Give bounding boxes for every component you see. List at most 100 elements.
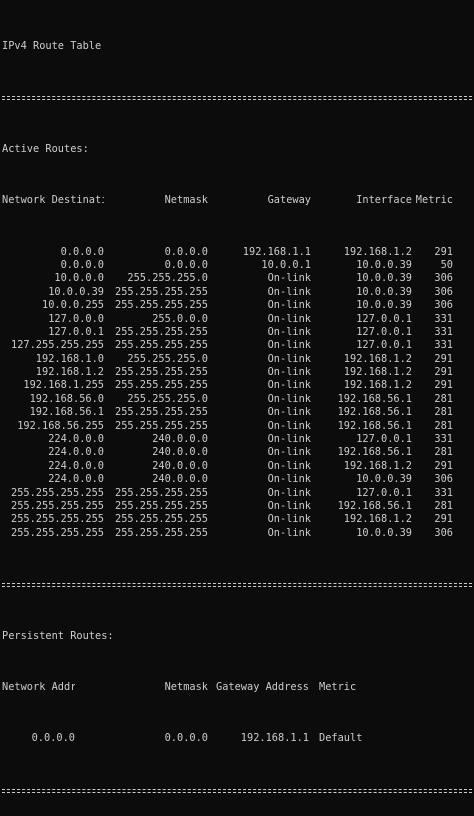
route-metric: 306 <box>434 473 453 486</box>
route-destination: 0.0.0.0 <box>60 258 104 271</box>
route-interface: 10.0.0.39 <box>356 299 412 312</box>
route-interface: 10.0.0.39 <box>356 258 412 271</box>
route-netmask: 240.0.0.0 <box>152 446 208 459</box>
active-route-row: 224.0.0.0 240.0.0.0 On-link 192.168.1.2 291 <box>2 460 474 473</box>
route-interface: 192.168.1.2 <box>343 513 412 526</box>
route-destination: 0.0.0.0 <box>60 245 104 258</box>
active-route-row: 192.168.1.255 255.255.255.255 On-link 192.1… <box>2 379 474 392</box>
active-route-row: 255.255.255.255 255.255.255.255 On-link 192… <box>2 513 474 526</box>
column-header-gateway-address: Gateway Address <box>216 680 309 693</box>
route-metric: 291 <box>434 245 453 258</box>
route-netmask: 240.0.0.0 <box>152 433 208 446</box>
persistent-gateway: 192.168.1.1 <box>240 732 309 745</box>
route-destination: 224.0.0.0 <box>48 473 104 486</box>
route-destination: 224.0.0.0 <box>48 459 104 472</box>
route-metric: 291 <box>434 459 453 472</box>
route-destination: 192.168.1.2 <box>35 366 104 379</box>
route-destination: 255.255.255.255 <box>11 513 104 526</box>
route-metric: 306 <box>434 526 453 539</box>
route-gateway: On-link <box>267 339 311 352</box>
column-header-netmask: Netmask <box>164 680 208 693</box>
route-netmask: 240.0.0.0 <box>152 473 208 486</box>
active-route-row: 192.168.56.1 255.255.255.255 On-link 192.16… <box>2 406 474 419</box>
route-gateway: On-link <box>267 406 311 419</box>
route-metric: 306 <box>434 272 453 285</box>
route-metric: 281 <box>434 446 453 459</box>
route-gateway: On-link <box>267 272 311 285</box>
persistent-routes-header-row: Network Address Netmask Gateway Address Met… <box>2 681 474 694</box>
route-destination: 10.0.0.0 <box>54 272 104 285</box>
route-interface: 10.0.0.39 <box>356 526 412 539</box>
route-metric: 281 <box>434 406 453 419</box>
route-netmask: 255.255.255.255 <box>115 299 208 312</box>
active-routes-header-row: Network Destination Netmask Gateway Interfa… <box>2 194 474 207</box>
route-gateway: On-link <box>267 446 311 459</box>
bottom-separator <box>2 784 474 797</box>
persistent-route-row: 0.0.0.0 0.0.0.0 192.168.1.1 Default <box>2 732 474 745</box>
route-interface: 192.168.1.2 <box>343 366 412 379</box>
route-table-title: IPv4 Route Table <box>2 40 102 52</box>
route-netmask: 255.255.255.255 <box>115 486 208 499</box>
route-interface: 192.168.56.1 <box>337 419 412 432</box>
console-window[interactable]: IPv4 Route Table Active Routes: Network … <box>0 0 474 793</box>
active-route-row: 0.0.0.0 0.0.0.0 10.0.0.1 10.0.0.39 50 <box>2 259 474 272</box>
route-interface: 192.168.1.2 <box>343 379 412 392</box>
route-destination: 10.0.0.39 <box>48 285 104 298</box>
route-gateway: On-link <box>267 513 311 526</box>
route-gateway: On-link <box>267 473 311 486</box>
route-gateway: 10.0.0.1 <box>261 258 311 271</box>
column-header-metric: Metric <box>415 194 453 207</box>
route-netmask: 255.255.255.255 <box>115 419 208 432</box>
route-interface: 127.0.0.1 <box>356 339 412 352</box>
route-destination: 192.168.56.255 <box>17 419 104 432</box>
route-netmask: 255.255.255.255 <box>115 339 208 352</box>
route-netmask: 255.255.255.255 <box>115 366 208 379</box>
active-route-row: 0.0.0.0 0.0.0.0 192.168.1.1 192.168.1.2 291 <box>2 246 474 259</box>
route-metric: 291 <box>434 366 453 379</box>
route-netmask: 255.255.255.255 <box>115 285 208 298</box>
route-interface: 192.168.56.1 <box>337 446 412 459</box>
active-route-row: 127.255.255.255 255.255.255.255 On-link 127… <box>2 339 474 352</box>
route-netmask: 0.0.0.0 <box>164 258 208 271</box>
column-header-netmask: Netmask <box>164 194 208 207</box>
column-header-metric: Metric <box>319 680 357 693</box>
route-metric: 281 <box>434 419 453 432</box>
route-netmask: 255.255.255.255 <box>115 526 208 539</box>
route-destination: 127.0.0.0 <box>48 312 104 325</box>
route-destination: 192.168.56.0 <box>29 392 104 405</box>
persistent-address: 0.0.0.0 <box>31 732 75 745</box>
active-route-row: 192.168.1.0 255.255.255.0 On-link 192.168.1… <box>2 353 474 366</box>
route-gateway: On-link <box>267 325 311 338</box>
route-metric: 331 <box>434 486 453 499</box>
active-route-row: 255.255.255.255 255.255.255.255 On-link 10.… <box>2 527 474 540</box>
route-netmask: 255.255.255.255 <box>115 513 208 526</box>
route-metric: 291 <box>434 379 453 392</box>
route-gateway: On-link <box>267 526 311 539</box>
column-header-network-address: Network Address <box>2 680 75 693</box>
route-gateway: On-link <box>267 486 311 499</box>
route-metric: 331 <box>434 325 453 338</box>
route-interface: 192.168.1.2 <box>343 459 412 472</box>
route-metric: 281 <box>434 392 453 405</box>
route-gateway: On-link <box>267 366 311 379</box>
route-metric: 50 <box>440 258 453 271</box>
route-metric: 331 <box>434 312 453 325</box>
active-route-row: 192.168.56.255 255.255.255.255 On-link 192.… <box>2 420 474 433</box>
active-route-row: 224.0.0.0 240.0.0.0 On-link 192.168.56.1 281 <box>2 446 474 459</box>
route-netmask: 255.255.255.0 <box>127 392 208 405</box>
active-route-row: 192.168.1.2 255.255.255.255 On-link 192.168… <box>2 366 474 379</box>
route-interface: 10.0.0.39 <box>356 285 412 298</box>
active-route-row: 127.0.0.1 255.255.255.255 On-link 127.0.0.1… <box>2 326 474 339</box>
route-interface: 192.168.1.2 <box>343 245 412 258</box>
route-netmask: 255.255.255.255 <box>115 379 208 392</box>
route-gateway: On-link <box>267 312 311 325</box>
active-route-row: 10.0.0.39 255.255.255.255 On-link 10.0.0.39… <box>2 286 474 299</box>
route-destination: 127.255.255.255 <box>11 339 104 352</box>
route-gateway: On-link <box>267 499 311 512</box>
route-metric: 306 <box>434 285 453 298</box>
route-gateway: On-link <box>267 419 311 432</box>
column-header-interface: Interface <box>356 194 412 207</box>
route-gateway: On-link <box>267 352 311 365</box>
active-routes-list: 0.0.0.0 0.0.0.0 192.168.1.1 192.168.1.2 291 0… <box>2 246 474 541</box>
route-metric: 306 <box>434 299 453 312</box>
